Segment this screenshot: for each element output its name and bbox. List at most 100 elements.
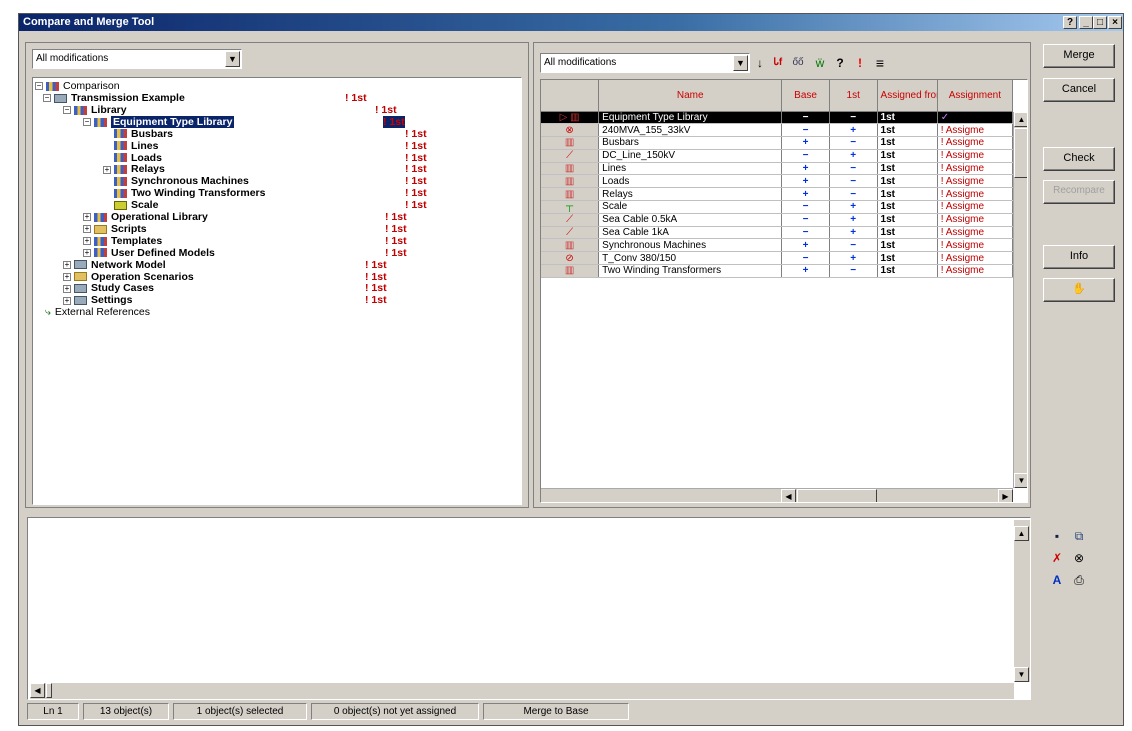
cell-base[interactable]: + — [781, 187, 830, 202]
cell-first[interactable]: − — [829, 136, 878, 150]
expand-icon[interactable]: + — [83, 248, 91, 257]
cell-assigned-from[interactable]: 1st — [877, 149, 938, 163]
table-row[interactable]: ▥ Loads + −1st! Assigme — [541, 174, 1014, 189]
cell-first[interactable]: + — [829, 149, 878, 163]
table-row[interactable]: ⊘ T_Conv 380/150− +1st! Assigme — [541, 251, 1014, 266]
cell-assigned-from[interactable]: 1st — [877, 136, 938, 150]
tree-root[interactable]: − Comparison — [35, 80, 120, 92]
tree-item[interactable]: + Relays — [103, 163, 165, 175]
table-row[interactable]: ▷ ▥ Equipment Type Library − −1st ✓ — [541, 111, 1014, 125]
cell-base[interactable]: + — [781, 264, 830, 278]
collapse-icon[interactable]: − — [83, 118, 91, 127]
cell-first[interactable]: − — [829, 264, 878, 278]
comparison-tree[interactable]: − Comparison − Transmission Example! 1st − Li… — [32, 77, 522, 505]
cell-first[interactable]: − — [829, 162, 878, 176]
cell-base[interactable]: − — [781, 213, 830, 227]
scroll-down-icon[interactable]: ▼ — [1014, 667, 1029, 682]
output-vertical-scrollbar[interactable]: ▲ ▼ — [1014, 520, 1030, 682]
cell-base[interactable]: − — [781, 200, 830, 214]
expand-icon[interactable]: + — [83, 237, 91, 246]
table-row[interactable]: ▥ Busbars + −1st! Assigme — [541, 136, 1014, 150]
h-scroll-thumb[interactable] — [46, 683, 52, 698]
cell-base[interactable]: − — [781, 251, 830, 266]
right-filter-select[interactable]: All modifications ▼ — [540, 53, 750, 73]
tree-item[interactable]: + Network Model — [63, 259, 166, 271]
output-pane[interactable]: ▲ ▼ ◀ — [27, 517, 1031, 700]
scroll-up-icon[interactable]: ▲ — [1014, 526, 1029, 541]
save-icon[interactable]: ▪ — [1049, 528, 1065, 544]
scroll-up-icon[interactable]: ▲ — [1014, 112, 1027, 127]
tree-item[interactable]: + Study Cases — [63, 282, 154, 294]
cancel-button[interactable]: Cancel — [1043, 78, 1115, 102]
expand-icon[interactable]: + — [83, 225, 91, 234]
cell-base[interactable]: − — [781, 226, 830, 240]
collapse-icon[interactable]: − — [43, 94, 51, 103]
cell-first[interactable]: − — [829, 111, 878, 125]
left-filter-select[interactable]: All modifications ▼ — [32, 49, 242, 69]
cell-base[interactable]: + — [781, 174, 830, 189]
collapse-icon[interactable]: − — [63, 106, 71, 115]
tree-compare-icon[interactable]: ẅ — [812, 55, 828, 71]
tree-item[interactable]: + User Defined Models — [83, 247, 215, 259]
find-icon[interactable]: ⊗ — [1071, 550, 1087, 566]
tree-item[interactable]: Scale — [103, 199, 158, 211]
info-button[interactable]: Info — [1043, 245, 1115, 269]
cell-assigned-from[interactable]: 1st — [877, 213, 938, 227]
expand-icon[interactable]: + — [63, 260, 71, 269]
table-row[interactable]: ▥ Lines + −1st! Assigme — [541, 162, 1014, 176]
cell-base[interactable]: + — [781, 136, 830, 150]
cell-assigned-from[interactable]: 1st — [877, 238, 938, 253]
tree-item[interactable]: − Library — [63, 104, 127, 116]
col-name[interactable]: Name — [598, 80, 783, 112]
table-row[interactable]: ┬ Scale − +1st! Assigme — [541, 200, 1014, 214]
scroll-down-icon[interactable]: ▼ — [1014, 473, 1027, 488]
binoculars-icon[interactable]: ốố — [790, 55, 806, 71]
tree-item[interactable]: + Operation Scenarios — [63, 271, 194, 283]
collapse-icon[interactable]: − — [35, 82, 43, 91]
expand-icon[interactable]: + — [63, 296, 71, 305]
grid-horizontal-scrollbar[interactable]: ◀ ▶ — [541, 488, 1013, 502]
tree-item[interactable]: + Operational Library — [83, 211, 208, 223]
cell-first[interactable]: + — [829, 226, 878, 240]
h-scroll-thumb[interactable] — [797, 489, 877, 502]
expand-icon[interactable]: + — [63, 284, 71, 293]
cell-first[interactable]: − — [829, 174, 878, 189]
table-row[interactable]: ⊗ 240MVA_155_33kV − +1st! Assigme — [541, 123, 1014, 138]
warning-icon[interactable]: ! — [852, 55, 868, 71]
cell-assigned-from[interactable]: 1st — [877, 226, 938, 240]
maximize-button[interactable]: □ — [1093, 16, 1107, 29]
menu-icon[interactable]: ≡ — [872, 55, 888, 71]
col-first[interactable]: 1st — [829, 80, 878, 112]
cell-first[interactable]: + — [829, 251, 878, 266]
external-references[interactable]: ⤷ External References — [45, 306, 150, 318]
copy-icon[interactable]: ⧉ — [1071, 528, 1087, 544]
grid-vertical-scrollbar[interactable]: ▲ ▼ — [1013, 112, 1027, 488]
tree-item[interactable]: Two Winding Transformers — [103, 187, 265, 199]
scroll-left-icon[interactable]: ◀ — [781, 489, 796, 502]
tree-item[interactable]: + Scripts — [83, 223, 147, 235]
minimize-button[interactable]: _ — [1079, 16, 1093, 29]
cell-assigned-from[interactable]: 1st — [877, 200, 938, 214]
table-row[interactable]: ⟋ Sea Cable 0.5kA − +1st! Assigme — [541, 213, 1014, 227]
hand-button[interactable]: ✋ — [1043, 278, 1115, 302]
col-base[interactable]: Base — [781, 80, 830, 112]
scroll-left-icon[interactable]: ◀ — [30, 683, 45, 698]
cell-first[interactable]: + — [829, 123, 878, 138]
cell-assigned-from[interactable]: 1st — [877, 174, 938, 189]
tree-item[interactable]: − Equipment Type Library — [83, 115, 235, 128]
cell-assigned-from[interactable]: 1st — [877, 251, 938, 266]
expand-icon[interactable]: + — [83, 213, 91, 222]
check-button[interactable]: Check — [1043, 147, 1115, 171]
table-row[interactable]: ⟋ Sea Cable 1kA − +1st! Assigme — [541, 226, 1014, 240]
tree-item[interactable]: + Settings — [63, 294, 132, 306]
cell-base[interactable]: + — [781, 162, 830, 176]
table-row[interactable]: ⟋ DC_Line_150kV − +1st! Assigme — [541, 149, 1014, 163]
cell-assigned-from[interactable]: 1st — [877, 187, 938, 202]
cell-assigned-from[interactable]: 1st — [877, 162, 938, 176]
cell-first[interactable]: − — [829, 238, 878, 253]
print-icon[interactable]: ⎙ — [1071, 572, 1087, 588]
font-icon[interactable]: A — [1049, 572, 1065, 588]
help-title-button[interactable]: ? — [1063, 16, 1077, 29]
table-row[interactable]: ▥ Relays + −1st! Assigme — [541, 187, 1014, 202]
tree-item[interactable]: + Templates — [83, 235, 162, 247]
